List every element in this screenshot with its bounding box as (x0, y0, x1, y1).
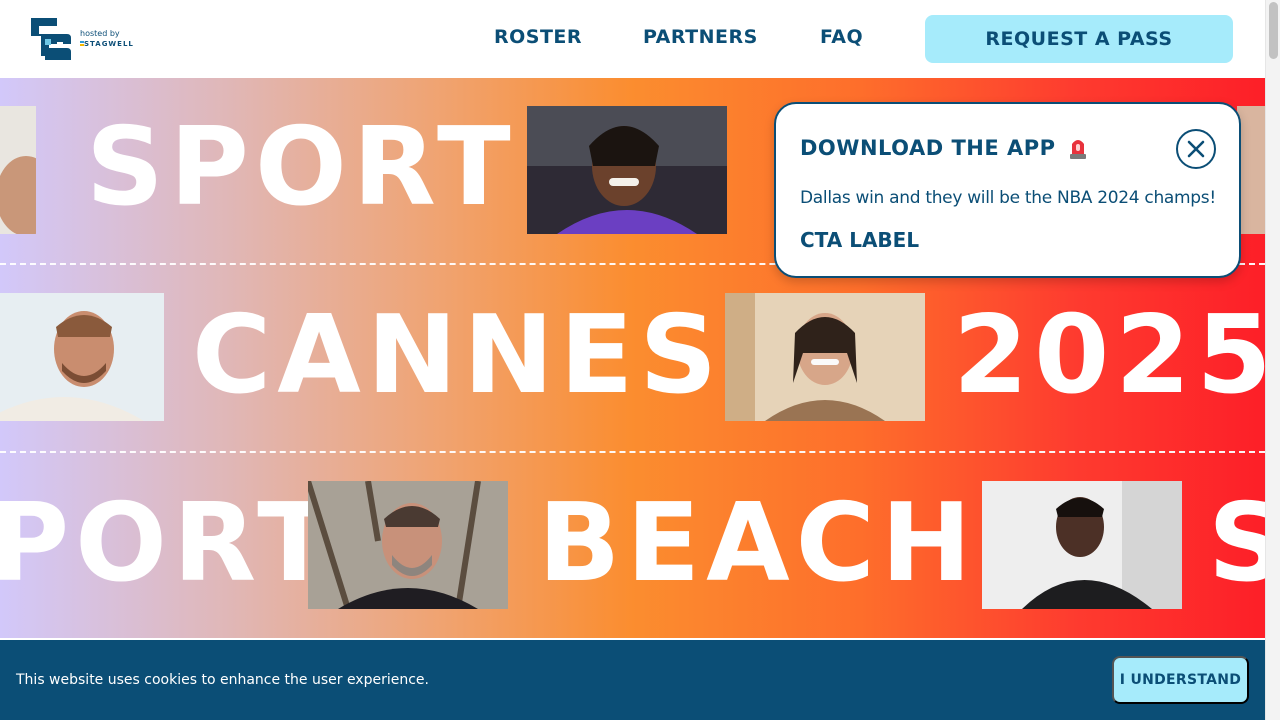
page-scrollbar[interactable] (1265, 0, 1280, 720)
cookie-banner: This website uses cookies to enhance the… (0, 640, 1265, 720)
hosted-by-text: hosted by (80, 29, 120, 38)
site-header: hosted by STAGWELL ROSTER PARTNERS FAQ R… (0, 0, 1265, 78)
sb-logo-mark (31, 18, 71, 60)
hero-photo-partial-right (1237, 106, 1265, 234)
close-icon (1187, 140, 1205, 158)
hero-word-sport: SPORT (86, 105, 517, 230)
hero-photo-athlete-3 (725, 293, 925, 421)
hero-photo-athlete-5 (982, 481, 1182, 609)
hero-word-beach: BEACH (538, 481, 978, 606)
cookie-accept-button[interactable]: I UNDERSTAND (1112, 656, 1249, 704)
nav-faq-link[interactable]: FAQ (820, 26, 863, 48)
hero-photo-athlete-2 (0, 293, 164, 421)
siren-icon (1070, 140, 1086, 159)
popup-cta-link[interactable]: CTA LABEL (800, 228, 919, 252)
hero-word-port: PORT (0, 481, 337, 606)
hero-word-cannes: CANNES (192, 293, 724, 418)
request-pass-button[interactable]: REQUEST A PASS (925, 15, 1233, 63)
scrollbar-thumb[interactable] (1269, 2, 1278, 59)
stagwell-wordmark: STAGWELL (84, 40, 134, 48)
hero-word-2025: 2025 (953, 293, 1265, 418)
hero-photo-athlete-4 (308, 481, 508, 609)
hero-photo-partial-left (0, 106, 36, 234)
download-app-popup: DOWNLOAD THE APP Dallas win and they wil… (774, 102, 1241, 278)
site-logo[interactable]: hosted by STAGWELL (27, 15, 147, 63)
nav-roster-link[interactable]: ROSTER (494, 26, 582, 48)
hero-photo-athlete-1 (527, 106, 727, 234)
nav-partners-link[interactable]: PARTNERS (643, 26, 758, 48)
cookie-message: This website uses cookies to enhance the… (16, 672, 429, 688)
hero-word-s-partial: S (1208, 481, 1265, 606)
popup-close-button[interactable] (1176, 129, 1216, 169)
hero-dashed-divider (0, 451, 1265, 453)
popup-message: Dallas win and they will be the NBA 2024… (800, 188, 1216, 208)
popup-title: DOWNLOAD THE APP (800, 136, 1056, 160)
